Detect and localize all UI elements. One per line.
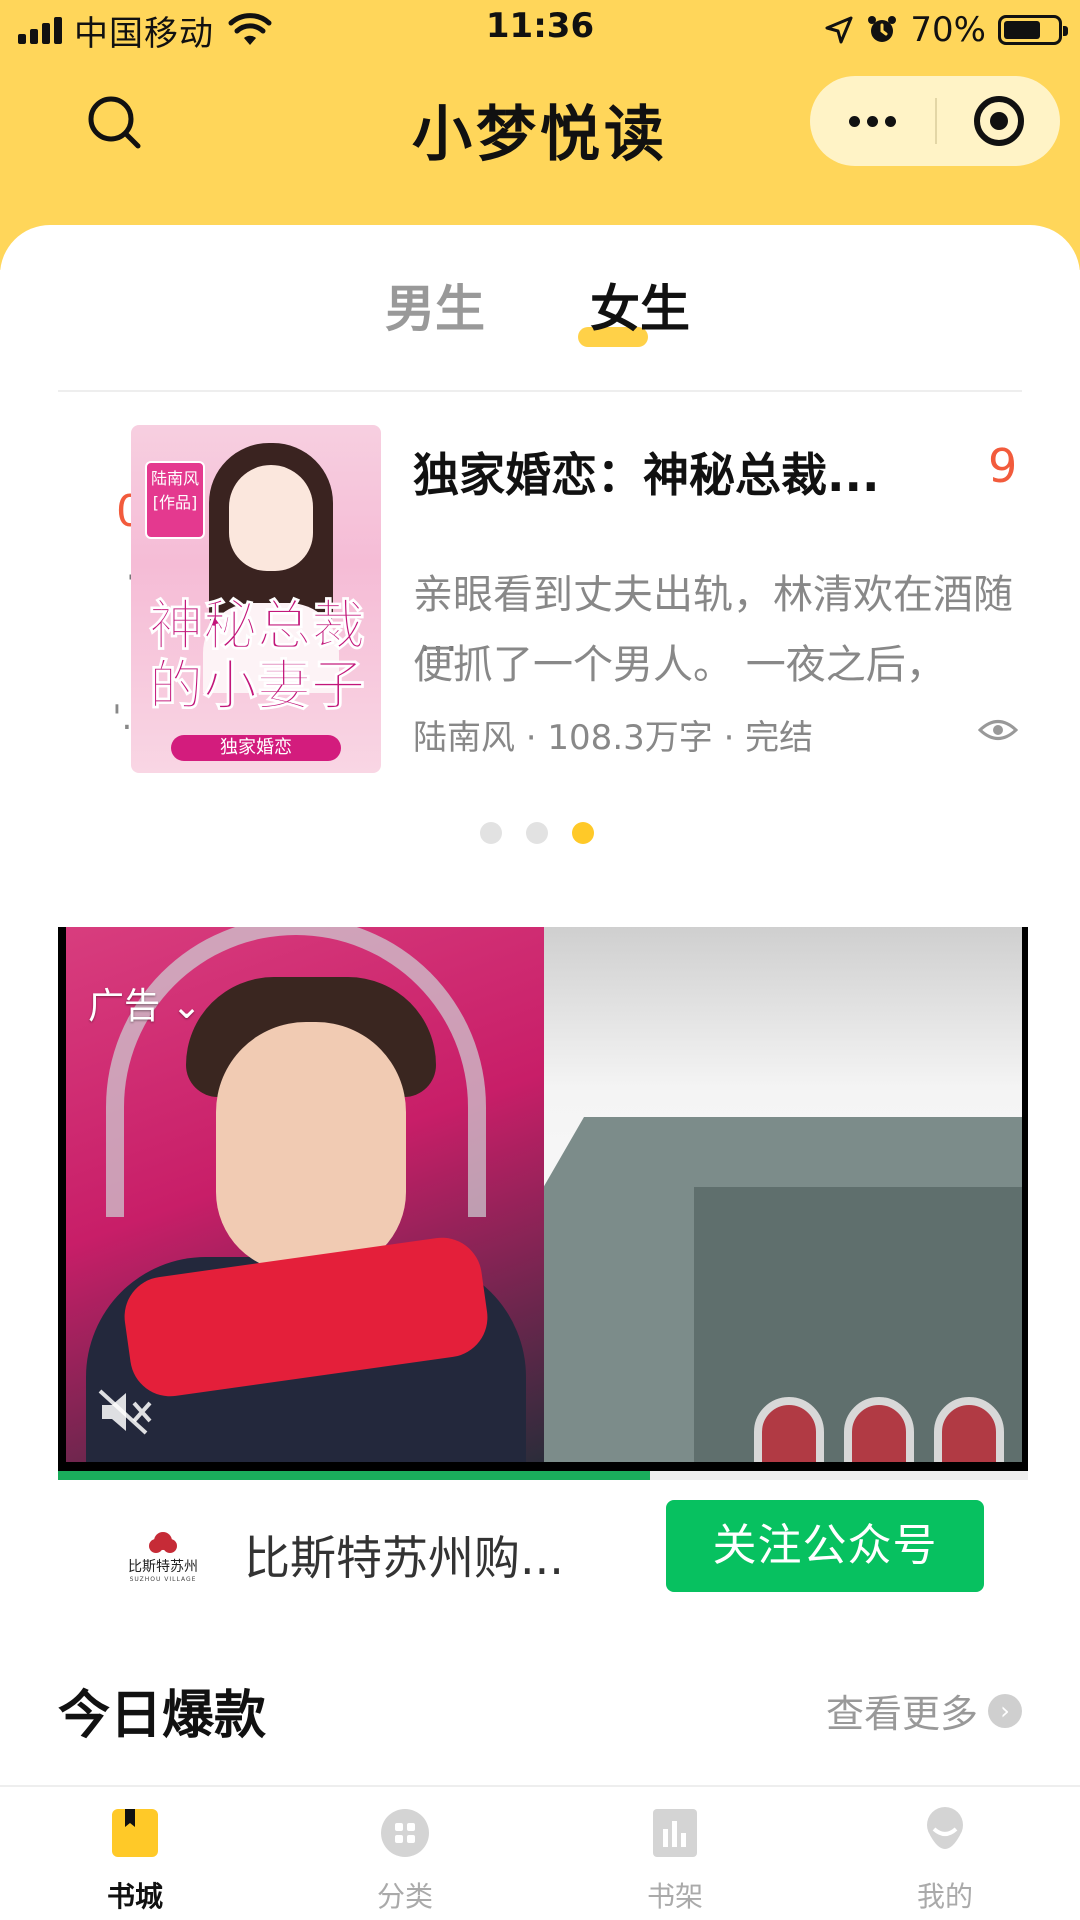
tab-label: 分类 — [376, 1880, 433, 1913]
tab-profile[interactable]: 我的 — [810, 1787, 1080, 1920]
content-card: 男生 女生 0分 ·她 … '.8万 陆南风 [作品] 神秘总裁的小妻子 独家婚… — [0, 225, 1080, 1785]
carousel-dot[interactable] — [480, 822, 502, 844]
brand-logo-en: SUZHOU VILLAGE — [129, 1576, 197, 1583]
alarm-icon — [868, 16, 897, 42]
book-info[interactable]: 独家婚恋：神秘总裁... 9. 亲眼看到丈夫出轨，林清欢在酒随便抓了一个男人。 … — [413, 425, 1022, 775]
target-icon — [973, 96, 1024, 146]
ad-video[interactable]: 广告 ⌄ — [58, 927, 1028, 1472]
tab-label: 书城 — [106, 1880, 163, 1913]
profile-icon — [927, 1807, 963, 1849]
book-title: 独家婚恋：神秘总裁... — [413, 448, 880, 502]
more-dots-icon — [849, 115, 860, 127]
status-bar: 中国移动 11:36 70% — [0, 0, 1080, 60]
cover-subtitle: 独家婚恋 — [171, 735, 341, 761]
bottom-tab-bar: 书城 分类 书架 我的 — [0, 1785, 1080, 1920]
follow-account-button[interactable]: 关注公众号 — [666, 1500, 984, 1592]
category-icon — [381, 1809, 429, 1857]
chevron-down-icon: ⌄ — [171, 986, 202, 1027]
book-carousel[interactable]: 0分 ·她 … '.8万 陆南风 [作品] 神秘总裁的小妻子 独家婚恋 独家婚恋… — [58, 425, 1022, 795]
brand-logo-cn: 比斯特苏州 — [128, 1559, 198, 1575]
ad-progress-bar — [58, 1471, 1028, 1480]
tab-bookstore[interactable]: 书城 — [0, 1787, 270, 1920]
tab-female-label: 女生 — [590, 280, 690, 338]
brand-name[interactable]: 比斯特苏州购... — [244, 1522, 564, 1588]
carousel-dot[interactable] — [572, 822, 594, 844]
mute-icon[interactable] — [96, 1387, 156, 1437]
status-right: 70% — [824, 8, 1068, 52]
tab-female[interactable]: 女生 — [590, 269, 690, 341]
bookstore-icon — [112, 1809, 158, 1857]
close-miniprogram-button[interactable] — [937, 76, 1060, 166]
app-root: 中国移动 11:36 70% 小梦悦读 男生 女生 … 陆南风 [作品] 神秘总… — [0, 0, 1080, 1920]
ad-arch-window — [754, 1397, 824, 1462]
cover-title: 神秘总裁的小妻子 — [149, 593, 366, 717]
gender-tabs: 男生 女生 — [0, 269, 1080, 349]
more-button[interactable] — [810, 76, 935, 166]
ad-arch-window — [934, 1397, 1004, 1462]
ad-image-building — [544, 927, 1022, 1462]
battery-percent: 70% — [910, 10, 986, 50]
ad-head — [216, 1022, 406, 1272]
tab-male[interactable]: 男生 — [385, 269, 485, 341]
battery-icon — [998, 15, 1068, 45]
brand-logo: 比斯特苏州 SUZHOU VILLAGE — [118, 1532, 208, 1583]
chevron-right-icon: › — [988, 1693, 1022, 1728]
bookshelf-icon — [653, 1809, 697, 1857]
ad-label[interactable]: 广告 ⌄ — [88, 977, 202, 1029]
book-score: 9. — [988, 439, 1022, 493]
see-more-link[interactable]: 查看更多 › — [826, 1683, 1022, 1738]
cover-author-badge: 陆南风 [作品] — [145, 461, 205, 539]
carousel-indicator — [480, 822, 594, 844]
tab-category[interactable]: 分类 — [270, 1787, 540, 1920]
section-title: 今日爆款 — [58, 1686, 267, 1746]
book-meta: 陆南风 · 108.3万字 · 完结 — [413, 718, 814, 758]
book-cover[interactable]: 陆南风 [作品] 神秘总裁的小妻子 独家婚恋 — [131, 425, 381, 773]
tab-bookshelf[interactable]: 书架 — [540, 1787, 810, 1920]
ad-label-text: 广告 — [88, 986, 161, 1027]
location-arrow-icon — [825, 16, 853, 44]
miniprogram-capsule — [810, 76, 1060, 166]
nav-bar: 小梦悦读 — [0, 70, 1080, 170]
see-more-label: 查看更多 — [825, 1692, 978, 1736]
ad-footer: 比斯特苏州 SUZHOU VILLAGE 比斯特苏州购... 关注公众号 — [58, 1500, 1028, 1640]
eye-icon — [978, 720, 1018, 740]
tab-label: 书架 — [646, 1880, 703, 1913]
divider — [58, 390, 1022, 392]
tab-label: 我的 — [916, 1880, 973, 1913]
carousel-dot[interactable] — [526, 822, 548, 844]
ad-arch-window — [844, 1397, 914, 1462]
book-description: 亲眼看到丈夫出轨，林清欢在酒随便抓了一个男人。 一夜之后， — [413, 572, 1013, 688]
cover-face — [229, 465, 313, 571]
